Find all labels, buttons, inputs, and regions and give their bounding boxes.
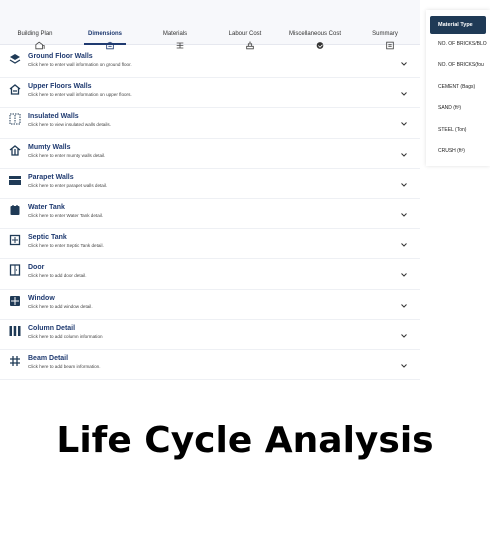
chevron-down-icon[interactable] [400, 115, 408, 127]
septic-tank-icon [9, 234, 21, 246]
layers-icon [9, 53, 21, 65]
row-door[interactable]: Door Click here to add door detail. [0, 259, 420, 290]
tab-label: Miscellaneous Cost [288, 31, 342, 37]
tab-bar: Building Plan Dimensions Materials Labour C… [0, 0, 420, 50]
mumty-icon [9, 144, 21, 156]
water-tank-icon [9, 204, 21, 216]
row-title: Insulated Walls [28, 113, 79, 121]
row-subtitle: Click here to add door detail. [28, 273, 87, 279]
chevron-down-icon[interactable] [400, 146, 408, 157]
row-title: Mumty Walls [28, 143, 71, 151]
tab-miscellaneous-cost[interactable]: Miscellaneous Cost [280, 0, 350, 49]
row-subtitle: Click here to add window detail. [28, 303, 93, 309]
column-icon [9, 325, 21, 337]
chevron-down-icon[interactable] [400, 85, 408, 96]
door-icon [9, 264, 21, 276]
row-water-tank[interactable]: Water Tank Click here to enter Water Tank… [0, 199, 420, 230]
row-subtitle: Click here to enter Septic Tank detail. [28, 243, 104, 249]
tab-materials[interactable]: Materials [140, 0, 210, 49]
material-type-item: CRUSH (ft³) [438, 147, 465, 154]
row-upper-floors-walls[interactable]: Upper Floors Walls Click here to enter wa… [0, 78, 420, 109]
material-type-item: SAND (ft³) [438, 105, 462, 112]
row-title: Column Detail [28, 324, 76, 332]
dimension-list: Ground Floor Walls Click here to enter wa… [0, 48, 420, 381]
row-window[interactable]: Window Click here to add window detail. [0, 290, 420, 320]
tab-label: Labour Cost [228, 31, 262, 37]
row-subtitle: Click here to view insulated walls detai… [28, 122, 111, 128]
estimator-panel: Building Plan Dimensions Materials Labour C… [0, 0, 420, 381]
chevron-down-icon[interactable] [400, 357, 408, 368]
material-type-item: NO. OF BRICKS(fou [438, 62, 484, 69]
material-type-item: STEEL (Ton) [438, 126, 467, 133]
row-title: Ground Floor Walls [28, 53, 93, 60]
chevron-down-icon[interactable] [400, 297, 408, 308]
tab-label: Summary [372, 31, 398, 37]
chevron-down-icon[interactable] [400, 327, 408, 338]
row-parapet-walls[interactable]: Parapet Walls Click here to enter parapet… [0, 169, 420, 199]
page-caption: Life Cycle Analysis [56, 420, 434, 461]
parapet-icon [9, 174, 21, 186]
row-mumty-walls[interactable]: Mumty Walls Click here to enter mumty wal… [0, 139, 420, 169]
chevron-down-icon[interactable] [400, 266, 408, 278]
row-title: Water Tank [28, 203, 65, 211]
row-insulated-walls[interactable]: Insulated Walls Click here to view insula… [0, 108, 420, 139]
row-septic-tank[interactable]: Septic Tank Click here to enter Septic Ta… [0, 229, 420, 260]
row-subtitle: Click here to enter wall information on … [28, 92, 132, 98]
material-type-item: NO. OF BRICKS/BLO [438, 41, 487, 47]
tab-labour-cost[interactable]: Labour Cost [210, 0, 280, 50]
house-icon [9, 83, 21, 95]
row-title: Beam Detail [28, 354, 69, 362]
row-subtitle: Click here to add column information [28, 333, 103, 339]
chevron-down-icon[interactable] [400, 176, 408, 187]
insulated-wall-icon [9, 113, 21, 125]
row-subtitle: Click here to enter mumty walls detail. [28, 152, 106, 158]
tab-summary[interactable]: Summary [350, 0, 420, 50]
row-column-detail[interactable]: Column Detail Click here to add column in… [0, 320, 420, 350]
row-subtitle: Click here to enter parapet walls detail… [28, 182, 108, 188]
row-title: Door [28, 264, 45, 272]
row-beam-detail[interactable]: Beam Detail Click here to add beam inform… [0, 350, 420, 381]
row-title: Window [28, 294, 55, 302]
row-title: Upper Floors Walls [28, 83, 92, 91]
tab-label: Materials [162, 31, 188, 37]
row-ground-floor-walls[interactable]: Ground Floor Walls Click here to enter wa… [0, 48, 420, 79]
chevron-down-icon[interactable] [400, 236, 408, 247]
tab-building-plan[interactable]: Building Plan [0, 0, 70, 50]
row-title: Parapet Walls [28, 173, 74, 181]
row-subtitle: Click here to add beam information. [28, 363, 101, 369]
material-type-item: CEMENT (Bags) [438, 83, 476, 90]
tab-dimensions[interactable]: Dimensions [70, 0, 140, 50]
chevron-down-icon[interactable] [400, 206, 408, 217]
row-subtitle: Click here to enter Water Tank detail. [28, 212, 104, 218]
tab-label: Building Plan [17, 31, 53, 37]
material-type-header: Material Type [430, 16, 486, 34]
beam-icon [9, 355, 21, 367]
row-subtitle: Click here to enter wall information on … [28, 62, 132, 67]
row-title: Septic Tank [28, 234, 67, 242]
tab-label: Dimensions [87, 31, 122, 37]
chevron-down-icon[interactable] [400, 55, 408, 66]
window-icon [9, 295, 21, 307]
material-type-table: Material Type NO. OF BRICKS/BLO NO. OF BR… [426, 10, 490, 166]
